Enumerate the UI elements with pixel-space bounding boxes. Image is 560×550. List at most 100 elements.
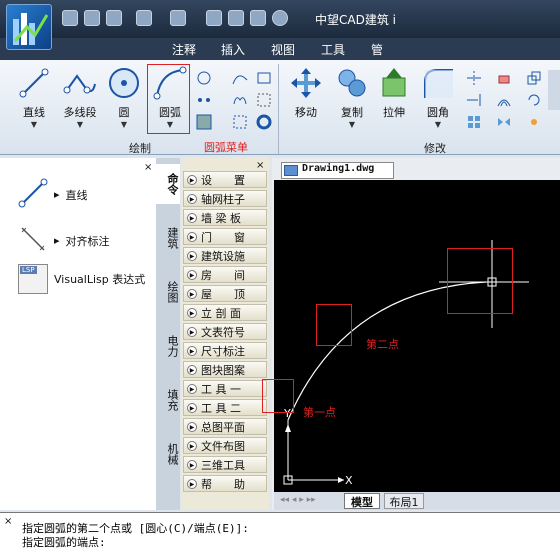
layout-nav-arrows-icon[interactable]: ◂◂ ◂ ▸ ▸▸	[280, 495, 316, 505]
menu-item[interactable]: ▶ 房 间	[183, 266, 267, 283]
menu-item[interactable]: ▶ 立 剖 面	[183, 304, 267, 321]
move-icon	[289, 66, 323, 100]
qat-new-icon[interactable]	[62, 10, 78, 26]
polyline-label: 多线段	[63, 106, 97, 119]
menu-item[interactable]: ▶ 屋 顶	[183, 285, 267, 302]
menu-item[interactable]: ▶ 门 窗	[183, 228, 267, 245]
expand-arrow-icon: ▶	[187, 193, 197, 204]
expand-arrow-icon: ▶	[187, 364, 197, 375]
stretch-button[interactable]: 拉伸	[374, 66, 414, 124]
move-button[interactable]: 移动	[286, 66, 326, 124]
donut-icon[interactable]	[256, 114, 272, 130]
tab-view[interactable]: 视图	[271, 41, 295, 58]
line-button[interactable]: 直线 ▼	[14, 66, 54, 129]
extend-icon[interactable]	[466, 92, 482, 108]
tab-architecture[interactable]: 建筑	[156, 218, 180, 258]
polyline-button[interactable]: 多线段 ▼	[58, 66, 102, 129]
menu-item[interactable]: ▶ 帮 助	[183, 475, 267, 492]
stretch-icon	[377, 66, 411, 100]
copy-button[interactable]: 复制 ▼	[332, 66, 372, 129]
qat-undo-icon[interactable]	[136, 10, 152, 26]
expand-arrow-icon: ▶	[187, 212, 197, 223]
command-prompt-line: 指定圆弧的端点:	[22, 536, 106, 549]
erase-icon[interactable]	[496, 70, 512, 86]
tab-command[interactable]: 命令	[156, 164, 180, 204]
panel-item-line[interactable]: ▸ 直线	[18, 178, 88, 211]
revcloud-icon[interactable]	[232, 92, 248, 108]
document-tab-label: Drawing1.dwg	[302, 163, 375, 174]
menu-item[interactable]: ▶ 文件布图	[183, 437, 267, 454]
qat-open-icon[interactable]	[84, 10, 100, 26]
rotate-icon[interactable]	[526, 92, 542, 108]
draw-tool-icon[interactable]	[196, 70, 212, 86]
expand-arrow-icon: ▶	[187, 250, 197, 261]
arc-menu-annotation: 圆弧菜单	[204, 141, 248, 154]
tab-tools[interactable]: 工具	[321, 41, 345, 58]
expand-arrow-icon: ▶	[187, 478, 197, 489]
spline-icon[interactable]	[232, 70, 248, 86]
menu-item[interactable]: ▶ 墙 梁 板	[183, 209, 267, 226]
menu-item[interactable]: ▶ 三维工具	[183, 456, 267, 473]
tab-mechanical[interactable]: 机械	[156, 434, 180, 474]
qat-save-icon[interactable]	[106, 10, 122, 26]
menu-item[interactable]: ▶ 设 置	[183, 171, 267, 188]
tab-model[interactable]: 模型	[344, 493, 380, 509]
array-icon[interactable]	[466, 114, 482, 130]
expand-arrow-icon: ▶	[187, 326, 197, 337]
menu-item[interactable]: ▶ 尺寸标注	[183, 342, 267, 359]
fillet-icon	[421, 66, 455, 100]
tab-annotate[interactable]: 注释	[172, 41, 196, 58]
qat-toolbar-icon[interactable]	[206, 10, 222, 26]
move-label: 移动	[295, 106, 317, 119]
line-icon	[18, 178, 48, 211]
menu-item[interactable]: ▶ 轴网柱子	[183, 190, 267, 207]
expand-arrow-icon: ▸	[54, 188, 60, 201]
first-point-label: 第一点	[303, 406, 336, 419]
region-icon[interactable]	[232, 114, 248, 130]
draw-tool-icon[interactable]	[196, 92, 212, 108]
command-close-icon[interactable]: ×	[4, 516, 12, 527]
menu-item[interactable]: ▶ 文表符号	[183, 323, 267, 340]
offset-icon[interactable]	[496, 92, 512, 108]
tab-insert[interactable]: 插入	[221, 41, 245, 58]
tab-electrical[interactable]: 电力	[156, 326, 180, 366]
qat-print-icon[interactable]	[228, 10, 244, 26]
more-tools-icon[interactable]	[548, 70, 560, 110]
trim-icon[interactable]	[466, 70, 482, 86]
mirror-icon[interactable]	[496, 114, 512, 130]
app-logo-icon[interactable]	[6, 4, 52, 50]
scale-icon[interactable]	[526, 70, 542, 86]
tab-hatch[interactable]: 填充	[156, 380, 180, 420]
tab-layout1[interactable]: 布局1	[384, 493, 424, 509]
menu-item[interactable]: ▶ 建筑设施	[183, 247, 267, 264]
panel-close-icon[interactable]: ×	[144, 162, 152, 173]
expand-arrow-icon: ▶	[187, 459, 197, 470]
menu-close-icon[interactable]: ×	[256, 160, 264, 171]
menu-item[interactable]: ▶ 图块图案	[183, 361, 267, 378]
expand-arrow-icon: ▶	[187, 231, 197, 242]
tab-drawing[interactable]: 绘图	[156, 272, 180, 312]
modify-group-label: 修改	[424, 142, 446, 155]
line-icon	[17, 66, 51, 100]
rectangle-icon[interactable]	[256, 70, 272, 86]
expand-arrow-icon: ▶	[187, 421, 197, 432]
menu-item[interactable]: ▶ 工 具 二	[183, 399, 267, 416]
drawing-file-icon	[284, 165, 298, 176]
expand-arrow-icon: ▶	[187, 307, 197, 318]
tab-manage[interactable]: 管	[371, 41, 383, 58]
expand-arrow-icon: ▶	[187, 383, 197, 394]
boundary-icon[interactable]	[256, 92, 272, 108]
panel-item-visuallisp[interactable]: LSP VisualLisp 表达式	[18, 264, 145, 294]
menu-item[interactable]: ▶ 总图平面	[183, 418, 267, 435]
panel-item-label: VisualLisp 表达式	[54, 273, 146, 286]
help-icon[interactable]	[272, 10, 288, 26]
circle-button[interactable]: 圆 ▼	[104, 66, 144, 129]
panel-item-aligned-dim[interactable]: ▸ 对齐标注	[18, 224, 110, 257]
group-divider	[278, 64, 279, 154]
qat-preview-icon[interactable]	[250, 10, 266, 26]
qat-redo-icon[interactable]	[170, 10, 186, 26]
hatch-icon[interactable]	[196, 114, 212, 130]
menu-item[interactable]: ▶ 工 具 一	[183, 380, 267, 397]
explode-icon[interactable]	[526, 114, 542, 130]
fillet-button[interactable]: 圆角 ▼	[418, 66, 458, 129]
